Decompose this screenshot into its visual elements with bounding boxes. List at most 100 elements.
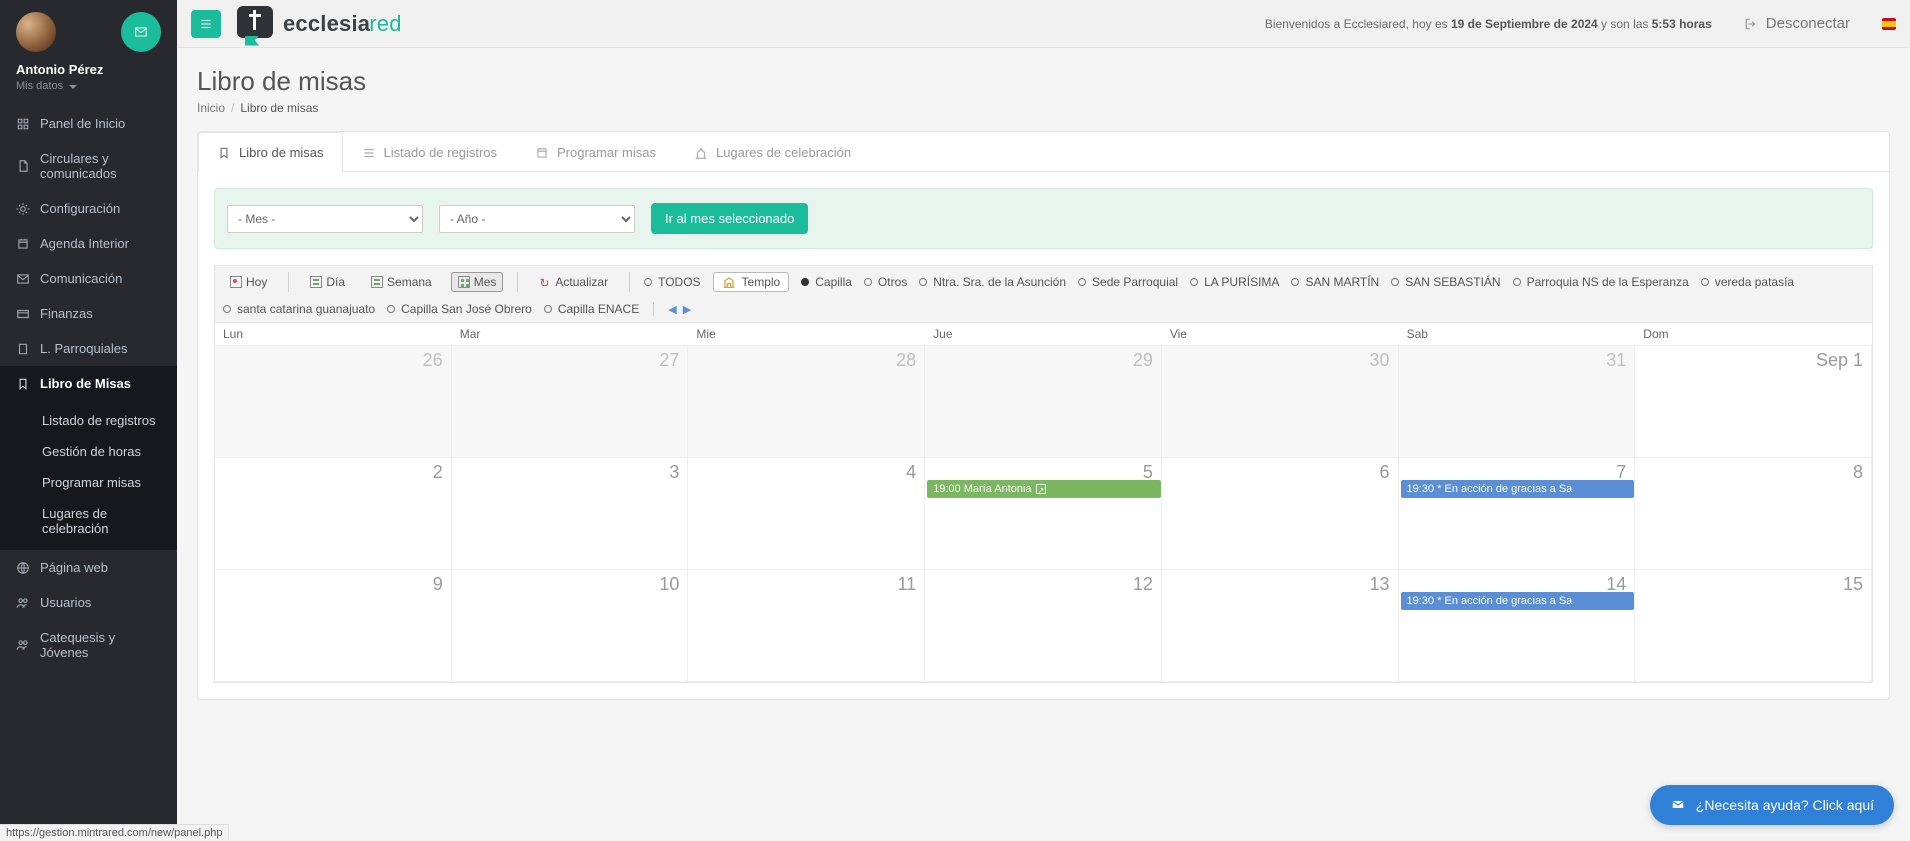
tab-2[interactable]: Programar misas xyxy=(516,132,675,172)
mail-icon xyxy=(134,25,148,39)
prev-month[interactable]: ◀ xyxy=(668,303,676,316)
day-cell[interactable]: 3 xyxy=(452,458,689,570)
day-cell[interactable]: 28 xyxy=(688,346,925,458)
filter-chip-2[interactable]: Ntra. Sra. de la Asunción xyxy=(919,275,1066,289)
sidebar-item-0[interactable]: Panel de Inicio xyxy=(0,106,177,141)
calendar-event[interactable]: 19:00 María Antonia xyxy=(927,480,1161,498)
day-cell[interactable]: 1419:30 * En acción de gracias a Sa xyxy=(1399,570,1636,682)
day-cell[interactable]: 13 xyxy=(1162,570,1399,682)
calendar-event[interactable]: 19:30 * En acción de gracias a Sa xyxy=(1401,480,1635,498)
doc-icon xyxy=(16,159,30,173)
filter-templo[interactable]: Templo xyxy=(713,272,790,292)
day-cell[interactable]: 2 xyxy=(215,458,452,570)
sidebar-subitem-1[interactable]: Gestión de horas xyxy=(0,436,177,467)
sidebar-item-3[interactable]: Agenda Interior xyxy=(0,226,177,261)
filter-chip-4[interactable]: LA PURÍSIMA xyxy=(1190,275,1279,289)
dow-1: Mar xyxy=(452,323,689,345)
month-icon xyxy=(458,276,470,288)
tab-3[interactable]: Lugares de celebración xyxy=(675,132,870,172)
filter-chip-8[interactable]: vereda patasía xyxy=(1701,275,1794,289)
day-number: 9 xyxy=(433,574,443,595)
logout-link[interactable]: Desconectar xyxy=(1744,15,1850,32)
dow-0: Lun xyxy=(215,323,452,345)
brand[interactable]: ecclesiared xyxy=(235,2,402,46)
sidebar-nav: Panel de InicioCirculares y comunicadosC… xyxy=(0,106,177,670)
filter-chip-5[interactable]: SAN MARTÍN xyxy=(1291,275,1379,289)
tab-label: Lugares de celebración xyxy=(716,145,851,160)
go-to-month-button[interactable]: Ir al mes seleccionado xyxy=(651,203,808,234)
month-view-button[interactable]: Mes xyxy=(451,272,504,292)
radio-icon xyxy=(387,305,395,313)
radio-icon xyxy=(801,278,809,286)
day-number: 10 xyxy=(659,574,679,595)
next-month[interactable]: ▶ xyxy=(683,303,691,316)
filter-chip-0[interactable]: Capilla xyxy=(801,275,852,289)
filter-chip-1[interactable]: Otros xyxy=(864,275,907,289)
year-select[interactable]: - Año - xyxy=(439,205,635,233)
radio-icon xyxy=(1701,278,1709,286)
week-view-button[interactable]: Semana xyxy=(364,272,439,292)
filter-label: Otros xyxy=(878,275,907,289)
filter-chip-3[interactable]: Sede Parroquial xyxy=(1078,275,1178,289)
day-cell[interactable]: 719:30 * En acción de gracias a Sa xyxy=(1399,458,1636,570)
filter-chip-6[interactable]: SAN SEBASTIÁN xyxy=(1391,275,1500,289)
calendar-event[interactable]: 19:30 * En acción de gracias a Sa xyxy=(1401,592,1635,610)
tab-1[interactable]: Listado de registros xyxy=(343,132,516,172)
day-cell[interactable]: 4 xyxy=(688,458,925,570)
logout-label: Desconectar xyxy=(1766,15,1850,32)
brand-logo-icon xyxy=(235,2,275,46)
calendar-body: 262728293031Sep 1 234519:00 María Antonia… xyxy=(215,346,1872,682)
today-label: Hoy xyxy=(246,275,267,289)
today-button[interactable]: Hoy xyxy=(223,272,274,292)
sidebar-item-9[interactable]: Usuarios xyxy=(0,585,177,620)
month-select[interactable]: - Mes - xyxy=(227,205,423,233)
sidebar-item-10[interactable]: Catequesis y Jóvenes xyxy=(0,620,177,670)
day-view-button[interactable]: Día xyxy=(303,272,352,292)
sidebar-item-5[interactable]: Finanzas xyxy=(0,296,177,331)
day-cell[interactable]: 519:00 María Antonia xyxy=(925,458,1162,570)
day-cell[interactable]: 29 xyxy=(925,346,1162,458)
sidebar-subitem-2[interactable]: Programar misas xyxy=(0,467,177,498)
breadcrumb-home[interactable]: Inicio xyxy=(197,101,225,115)
sidebar-item-8[interactable]: Página web xyxy=(0,550,177,585)
day-cell[interactable]: 31 xyxy=(1399,346,1636,458)
language-flag-es[interactable] xyxy=(1882,18,1896,30)
sidebar-item-4[interactable]: Comunicación xyxy=(0,261,177,296)
mail-button[interactable] xyxy=(121,12,161,52)
toolbar-divider xyxy=(288,272,289,292)
day-cell[interactable]: 30 xyxy=(1162,346,1399,458)
sidebar-subitem-0[interactable]: Listado de registros xyxy=(0,405,177,436)
filter-chip-9[interactable]: santa catarina guanajuato xyxy=(223,302,375,316)
filter-chip-10[interactable]: Capilla San José Obrero xyxy=(387,302,532,316)
welcome-time: 5:53 horas xyxy=(1652,17,1712,31)
day-cell[interactable]: 15 xyxy=(1635,570,1872,682)
user-data-menu[interactable]: Mis datos xyxy=(16,80,77,92)
dow-4: Vie xyxy=(1162,323,1399,345)
day-cell[interactable]: 8 xyxy=(1635,458,1872,570)
day-cell[interactable]: Sep 1 xyxy=(1635,346,1872,458)
sidebar-item-6[interactable]: L. Parroquiales xyxy=(0,331,177,366)
filter-label: Capilla xyxy=(815,275,852,289)
sidebar-item-1[interactable]: Circulares y comunicados xyxy=(0,141,177,191)
filter-chip-7[interactable]: Parroquia NS de la Esperanza xyxy=(1513,275,1689,289)
day-cell[interactable]: 27 xyxy=(452,346,689,458)
tab-0[interactable]: Libro de misas xyxy=(198,132,343,172)
help-fab[interactable]: ¿Necesita ayuda? Click aquí xyxy=(1650,785,1894,825)
refresh-button[interactable]: Actualizar xyxy=(532,272,615,292)
day-cell[interactable]: 12 xyxy=(925,570,1162,682)
hamburger-icon xyxy=(199,17,213,31)
sidebar-subitem-3[interactable]: Lugares de celebración xyxy=(0,498,177,544)
filter-label: santa catarina guanajuato xyxy=(237,302,375,316)
day-cell[interactable]: 9 xyxy=(215,570,452,682)
event-label: 19:30 * En acción de gracias a Sa xyxy=(1407,480,1573,498)
sidebar-item-2[interactable]: Configuración xyxy=(0,191,177,226)
day-cell[interactable]: 11 xyxy=(688,570,925,682)
filter-all[interactable]: TODOS xyxy=(644,275,700,289)
day-cell[interactable]: 26 xyxy=(215,346,452,458)
day-cell[interactable]: 6 xyxy=(1162,458,1399,570)
sidebar-item-7[interactable]: Libro de Misas xyxy=(0,366,177,401)
avatar[interactable] xyxy=(16,12,56,52)
day-cell[interactable]: 10 xyxy=(452,570,689,682)
menu-toggle[interactable] xyxy=(191,10,221,38)
filter-chip-11[interactable]: Capilla ENACE xyxy=(544,302,639,316)
